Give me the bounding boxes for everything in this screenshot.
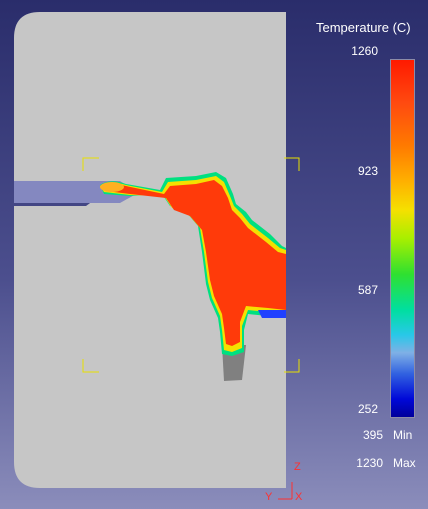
min-value: 395 — [362, 428, 383, 442]
runner-tip-hotspot — [100, 182, 124, 192]
casting-cool-edge — [258, 310, 286, 318]
legend-title: Temperature (C) — [316, 20, 411, 35]
marker-top-right — [284, 157, 300, 171]
legend-tick-lower: 587 — [357, 283, 378, 297]
legend-tick-upper: 923 — [357, 164, 378, 178]
legend-tick-max: 1260 — [351, 44, 378, 58]
marker-bottom-right — [284, 359, 300, 373]
min-label: Min — [393, 428, 413, 442]
max-label: Max — [393, 456, 416, 470]
legend-tick-min: 252 — [357, 402, 378, 416]
axis-y-label: Y — [265, 491, 273, 503]
temperature-colorbar — [390, 59, 415, 418]
axis-x-label: X — [295, 491, 303, 503]
axis-z-label: Z — [294, 461, 301, 473]
simulation-viewport[interactable]: Temperature (C) 1260 923 587 252 395 Min… — [0, 0, 428, 509]
max-value: 1230 — [356, 456, 383, 470]
